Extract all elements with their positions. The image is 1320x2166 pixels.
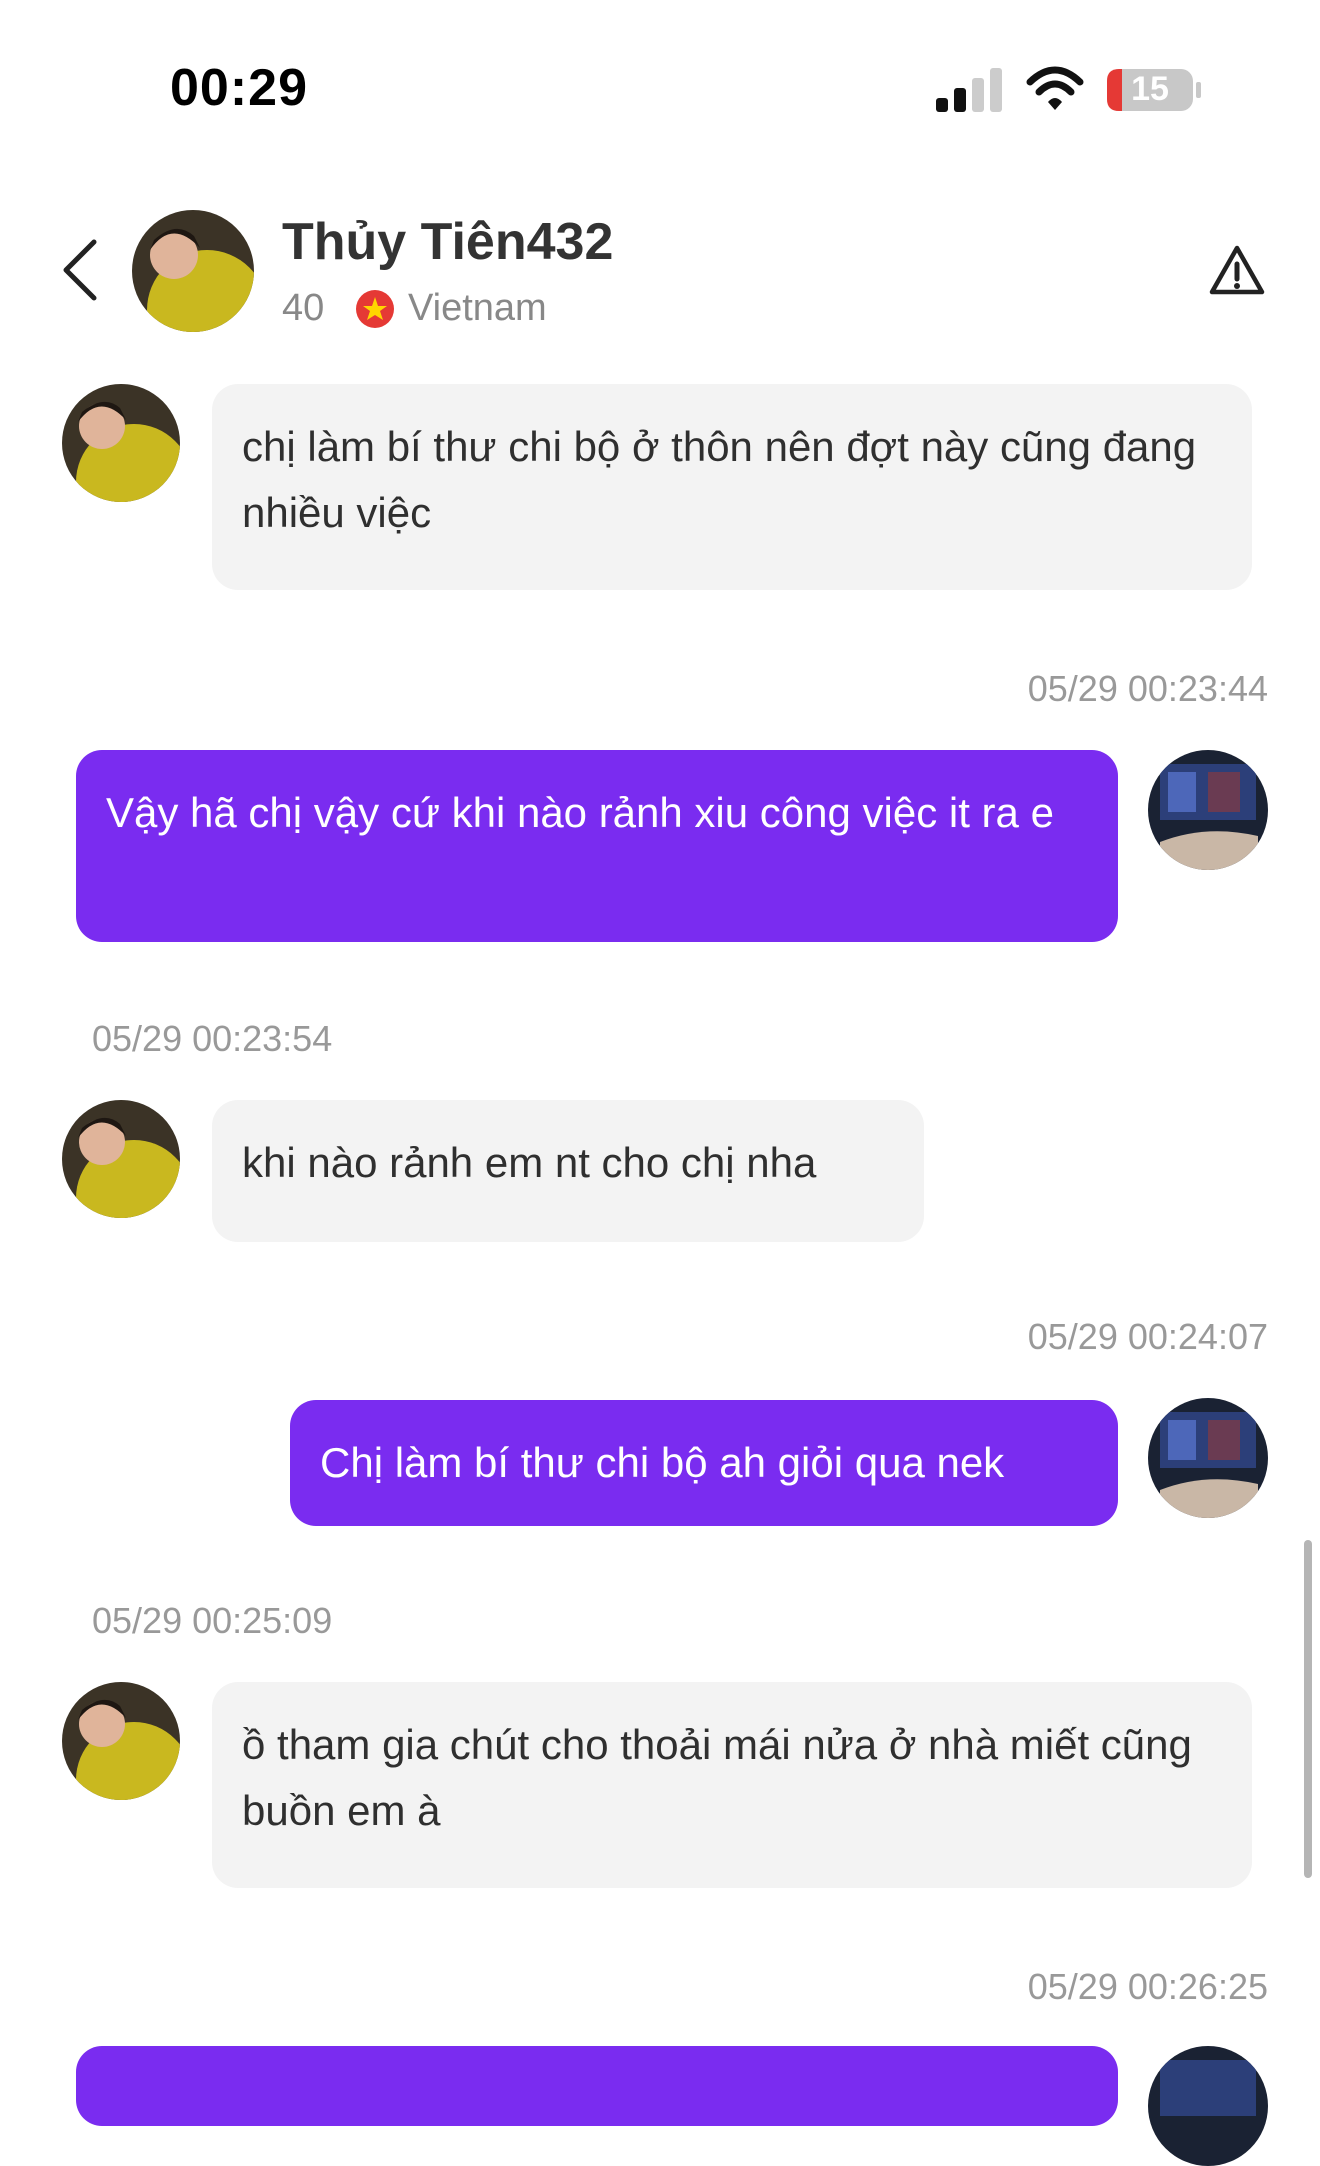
battery-level: 15 [1131,70,1169,108]
contact-age: 40 [282,287,325,329]
message-bubble-outgoing[interactable]: Chị làm bí thư chi bộ ah giỏi qua nek [290,1400,1118,1526]
warning-icon[interactable] [1208,244,1266,298]
cellular-signal-icon [936,68,1002,112]
sender-avatar[interactable] [62,1682,180,1800]
sender-avatar[interactable] [62,384,180,502]
my-avatar[interactable] [1148,750,1268,870]
message-bubble-incoming[interactable]: khi nào rảnh em nt cho chị nha [212,1100,924,1242]
contact-country: Vietnam [408,287,547,329]
message-timestamp: 05/29 00:25:09 [92,1600,333,1641]
wifi-icon [1026,66,1084,110]
message-bubble-incoming[interactable]: chị làm bí thư chi bộ ở thôn nên đợt này… [212,384,1252,590]
message-bubble-incoming[interactable]: ồ tham gia chút cho thoải mái nửa ở nhà … [212,1682,1252,1888]
sender-avatar[interactable] [62,1100,180,1218]
battery-icon: 15 [1106,68,1202,112]
chat-scrollbar[interactable] [1304,1540,1312,1878]
message-timestamp: 05/29 00:23:44 [1027,668,1268,709]
my-avatar[interactable] [1148,2046,1268,2166]
message-timestamp: 05/29 00:23:54 [92,1018,333,1059]
my-avatar[interactable] [1148,1398,1268,1518]
vietnam-flag-icon [356,290,394,328]
message-timestamp: 05/29 00:26:25 [1027,1966,1268,2007]
contact-avatar[interactable] [132,210,254,332]
message-bubble-outgoing[interactable]: Vậy hã chị vậy cứ khi nào rảnh xiu công … [76,750,1118,942]
status-time: 00:29 [170,59,308,117]
message-bubble-outgoing[interactable] [76,2046,1118,2126]
contact-name: Thủy Tiên432 [282,213,614,271]
message-timestamp: 05/29 00:24:07 [1027,1316,1268,1357]
chevron-left-icon[interactable] [60,238,100,302]
